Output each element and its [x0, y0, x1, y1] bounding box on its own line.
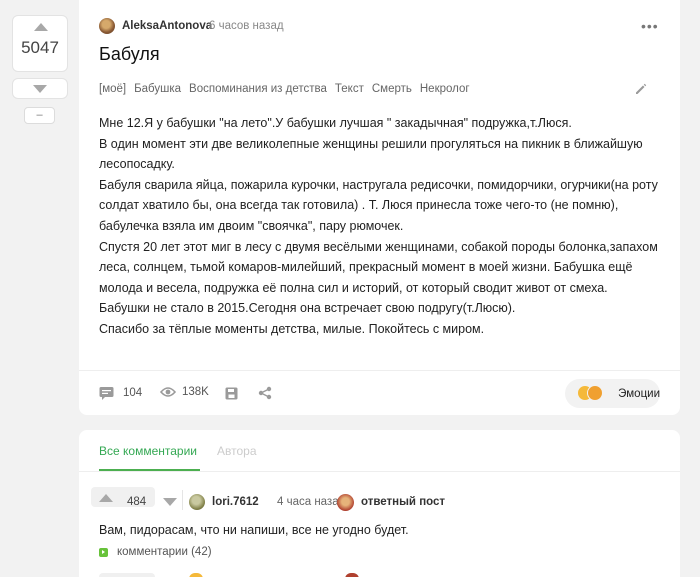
downvote-button[interactable]	[12, 78, 68, 99]
author-avatar[interactable]	[99, 18, 115, 34]
reply-post-link[interactable]: ответный пост	[361, 496, 445, 508]
emotions-label: Эмоции	[618, 387, 660, 400]
story-rating-panel: 5047	[12, 15, 68, 99]
edit-pencil-icon[interactable]	[634, 82, 648, 96]
story-paragraph: Мне 12.Я у бабушки "на лето".У бабушки л…	[99, 116, 572, 130]
footer-divider	[79, 370, 680, 371]
comments-count: 104	[123, 387, 143, 399]
comments-counter[interactable]: 104	[99, 386, 142, 400]
expand-replies-button[interactable]: комментарии (42)	[99, 546, 212, 558]
views-counter: 138K	[160, 386, 209, 398]
collapse-button[interactable]: –	[24, 107, 55, 124]
next-reply-avatar	[345, 573, 359, 577]
downvote-arrow-icon	[33, 85, 47, 93]
commenter-avatar[interactable]	[189, 494, 205, 510]
commenter-name[interactable]: lori.7612	[212, 496, 259, 508]
post-time: 6 часов назад	[209, 20, 284, 32]
views-count: 138K	[182, 386, 209, 398]
comment-downvote-icon[interactable]	[163, 498, 177, 506]
comment-upvote-icon[interactable]	[99, 494, 113, 502]
story-card: AleksaAntonova 6 часов назад ••• Бабуля …	[79, 0, 680, 415]
story-title[interactable]: Бабуля	[99, 44, 160, 65]
more-menu-icon[interactable]: •••	[641, 18, 659, 34]
story-paragraph: Спустя 20 лет этот миг в лесу с двумя ве…	[99, 239, 658, 295]
story-paragraph: Бабуля сварила яйца, пожарила курочки, н…	[99, 177, 658, 233]
tabs-divider	[79, 471, 680, 472]
share-icon[interactable]	[258, 386, 272, 400]
tag-item[interactable]: Некролог	[420, 83, 470, 95]
tag-item[interactable]: Воспоминания из детства	[189, 83, 327, 95]
eye-icon	[160, 387, 176, 397]
comment-text: Вам, пидорасам, что ни напиши, все не уг…	[99, 523, 409, 537]
comment-rating: 484	[127, 496, 147, 508]
tag-item[interactable]: Смерть	[372, 83, 412, 95]
comment-time: 4 часа назад	[277, 496, 346, 508]
tab-all-comments[interactable]: Все комментарии	[99, 444, 197, 458]
save-icon[interactable]	[225, 387, 238, 400]
author-name[interactable]: AleksaAntonova	[122, 20, 212, 32]
story-paragraph: Бабушки не стало в 2015.Сегодня она встр…	[99, 301, 516, 316]
tab-author-comments[interactable]: Автора	[217, 444, 257, 458]
replies-label: комментарии (42)	[117, 546, 212, 558]
story-paragraph: Спасибо за тёплые моменты детства, милые…	[99, 321, 485, 336]
emotion-faces-icon	[577, 384, 604, 403]
expand-arrow-icon	[99, 547, 108, 557]
rating-separator	[182, 490, 183, 510]
comment-icon	[99, 387, 114, 400]
tag-list: [моё] Бабушка Воспоминания из детства Те…	[99, 83, 478, 95]
comments-section: Все комментарии Автора 484 lori.7612 4 ч…	[79, 430, 680, 577]
next-commenter-avatar	[189, 573, 203, 577]
next-comment-rating-box	[99, 573, 155, 577]
emotions-button[interactable]: Эмоции	[565, 379, 660, 408]
upvote-arrow-icon[interactable]	[34, 23, 48, 31]
rating-box: 5047	[12, 15, 68, 72]
tag-item[interactable]: [моё]	[99, 83, 126, 95]
reply-post-avatar[interactable]	[337, 494, 354, 511]
story-body: Мне 12.Я у бабушки "на лето".У бабушки л…	[99, 113, 664, 340]
tag-item[interactable]: Бабушка	[134, 83, 181, 95]
tag-item[interactable]: Текст	[335, 83, 364, 95]
rating-count: 5047	[21, 38, 59, 57]
story-paragraph: В один момент эти две великолепные женщи…	[99, 136, 643, 172]
